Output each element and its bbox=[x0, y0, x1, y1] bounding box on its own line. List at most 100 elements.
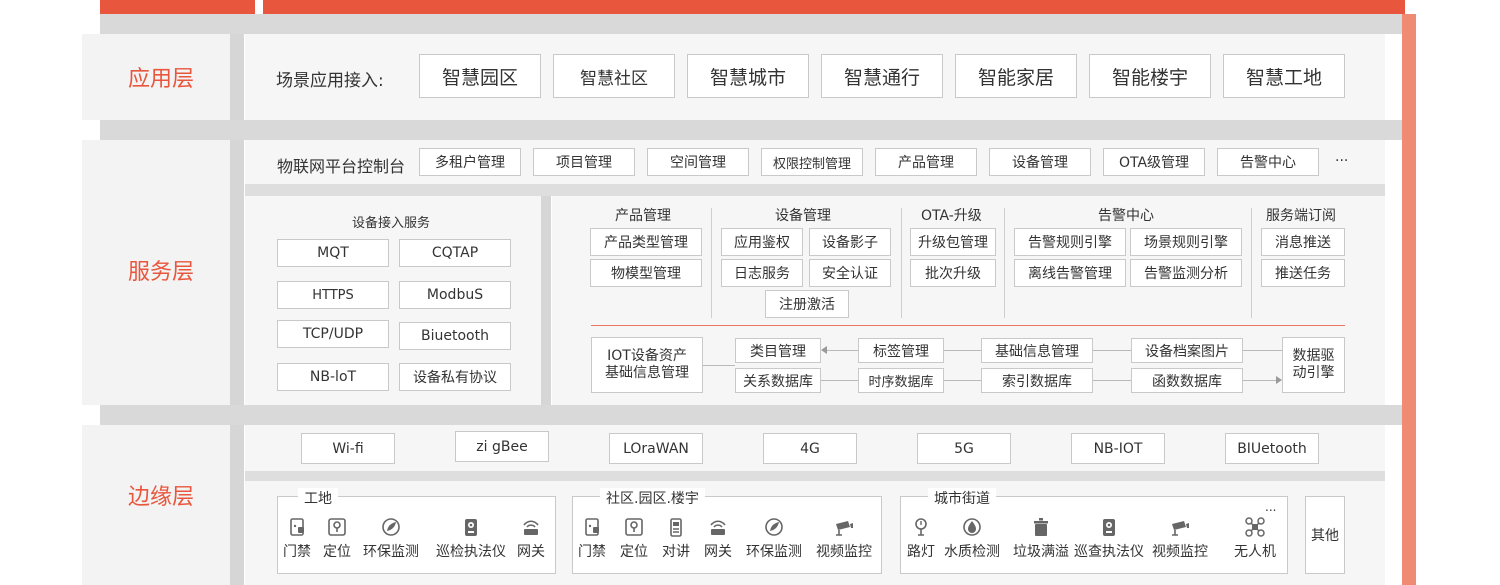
product-type-mgmt[interactable]: 产品类型管理 bbox=[590, 228, 702, 256]
app-item-smart-transit[interactable]: 智慧通行 bbox=[821, 54, 943, 98]
console-item-space[interactable]: 空间管理 bbox=[647, 148, 749, 176]
device-archive-images[interactable]: 设备档案图片 bbox=[1131, 338, 1243, 363]
edge-device[interactable]: 无人机 bbox=[1229, 516, 1281, 561]
push-task[interactable]: 推送任务 bbox=[1261, 259, 1345, 287]
iot-asset-source[interactable]: IOT设备资产 基础信息管理 bbox=[591, 337, 703, 393]
protocol-modbus[interactable]: ModbuS bbox=[399, 281, 511, 309]
console-item-tenant[interactable]: 多租户管理 bbox=[419, 148, 521, 176]
group-site-title: 工地 bbox=[298, 488, 338, 508]
edge-device-label: 定位 bbox=[323, 544, 351, 560]
flow-arrow-right bbox=[1276, 376, 1282, 384]
tag-mgmt[interactable]: 标签管理 bbox=[858, 338, 944, 363]
edge-device[interactable]: 视频监控 bbox=[816, 516, 872, 561]
thing-model-mgmt[interactable]: 物模型管理 bbox=[590, 259, 702, 287]
category-mgmt[interactable]: 类目管理 bbox=[735, 338, 821, 363]
other-devices[interactable]: 其他 bbox=[1305, 496, 1345, 574]
flow-line bbox=[944, 380, 981, 381]
edge-layer-side bbox=[1402, 395, 1416, 585]
edge-layer-top bbox=[100, 405, 1405, 425]
app-item-smart-community[interactable]: 智慧社区 bbox=[553, 54, 675, 98]
door-access-icon bbox=[585, 518, 599, 536]
module-ota-title: OTA-升级 bbox=[921, 208, 982, 224]
alarm-analysis[interactable]: 告警监测分析 bbox=[1130, 259, 1242, 287]
network-nb-iot[interactable]: NB-IOT bbox=[1071, 433, 1165, 464]
data-driven-engine[interactable]: 数据驱 动引擎 bbox=[1282, 337, 1345, 393]
app-auth[interactable]: 应用鉴权 bbox=[721, 228, 803, 256]
console-item-project[interactable]: 项目管理 bbox=[533, 148, 635, 176]
app-item-smart-park[interactable]: 智慧园区 bbox=[419, 54, 541, 98]
app-item-smart-home[interactable]: 智能家居 bbox=[955, 54, 1077, 98]
flow-line bbox=[1093, 350, 1131, 351]
edge-device[interactable]: 水质检测 bbox=[944, 516, 1000, 561]
batch-upgrade[interactable]: 批次升级 bbox=[910, 259, 996, 287]
network-bluetooth[interactable]: BIUetooth bbox=[1225, 433, 1319, 464]
protocol-https[interactable]: HTTPS bbox=[277, 281, 389, 309]
app-item-smart-building[interactable]: 智能楼宇 bbox=[1089, 54, 1211, 98]
device-shadow[interactable]: 设备影子 bbox=[809, 228, 891, 256]
index-db[interactable]: 索引数据库 bbox=[981, 368, 1093, 393]
module-device-title: 设备管理 bbox=[775, 208, 831, 224]
protocol-bluetooth[interactable]: Biuetooth bbox=[399, 322, 511, 350]
network-5g[interactable]: 5G bbox=[917, 433, 1011, 464]
scene-rule-engine[interactable]: 场景规则引擎 bbox=[1130, 228, 1242, 256]
offline-alarm-mgmt[interactable]: 离线告警管理 bbox=[1014, 259, 1126, 287]
leaf-icon bbox=[382, 518, 400, 536]
engine-line1: 数据驱 bbox=[1292, 348, 1335, 364]
edge-device-label: 定位 bbox=[620, 544, 648, 560]
timeseries-db[interactable]: 时序数据库 bbox=[858, 368, 944, 393]
flow-line bbox=[821, 380, 858, 381]
console-item-permission[interactable]: 权限控制管理 bbox=[761, 148, 863, 176]
console-item-ota[interactable]: OTA级管理 bbox=[1103, 148, 1205, 176]
upgrade-package-mgmt[interactable]: 升级包管理 bbox=[910, 228, 996, 256]
register-activate[interactable]: 注册激活 bbox=[765, 290, 849, 318]
edge-device[interactable]: 巡检执法仪 bbox=[436, 516, 506, 561]
basic-info-mgmt[interactable]: 基础信息管理 bbox=[981, 338, 1093, 363]
flow-line bbox=[944, 350, 981, 351]
access-edge bbox=[541, 196, 551, 405]
edge-device[interactable]: 网关 bbox=[505, 516, 557, 561]
console-item-device[interactable]: 设备管理 bbox=[989, 148, 1091, 176]
function-db[interactable]: 函数数据库 bbox=[1131, 368, 1243, 393]
network-4g[interactable]: 4G bbox=[763, 433, 857, 464]
protocol-tcp-udp[interactable]: TCP/UDP bbox=[277, 320, 389, 348]
alarm-rule-engine[interactable]: 告警规则引擎 bbox=[1014, 228, 1126, 256]
protocol-cqtap[interactable]: CQTAP bbox=[399, 239, 511, 267]
iot-asset-source-line1: IOT设备资产 bbox=[607, 348, 687, 364]
network-lorawan[interactable]: LOraWAN bbox=[609, 433, 703, 464]
app-item-smart-site[interactable]: 智慧工地 bbox=[1223, 54, 1345, 98]
protocol-mqt[interactable]: MQT bbox=[277, 239, 389, 267]
log-service[interactable]: 日志服务 bbox=[721, 259, 803, 287]
console-label: 物联网平台控制台 bbox=[277, 157, 406, 176]
app-access-label: 场景应用接入: bbox=[276, 71, 384, 91]
location-icon bbox=[625, 518, 643, 536]
edge-device[interactable]: 巡查执法仪 bbox=[1074, 516, 1144, 561]
relational-db[interactable]: 关系数据库 bbox=[735, 368, 821, 393]
console-item-alarm[interactable]: 告警中心 bbox=[1217, 148, 1319, 176]
edge-device[interactable]: 垃圾满溢 bbox=[1013, 516, 1069, 561]
edge-device[interactable]: 定位 bbox=[311, 516, 363, 561]
protocol-nb-iot[interactable]: NB-loT bbox=[277, 363, 389, 391]
edge-device-label: 门禁 bbox=[283, 544, 311, 560]
edge-device-label: 环保监测 bbox=[746, 544, 802, 560]
water-icon bbox=[963, 518, 981, 536]
edge-device-label: 网关 bbox=[704, 544, 732, 560]
edge-device[interactable]: 路灯 bbox=[895, 516, 947, 561]
edge-device[interactable]: 环保监测 bbox=[746, 516, 802, 561]
streetlight-icon bbox=[915, 518, 927, 536]
network-zigbee[interactable]: zi gBee bbox=[455, 431, 549, 462]
trash-icon bbox=[1034, 518, 1048, 536]
platform-separator bbox=[591, 325, 1345, 326]
app-layer-top bbox=[100, 14, 1405, 34]
edge-device[interactable]: 环保监测 bbox=[363, 516, 419, 561]
flow-line bbox=[1093, 380, 1131, 381]
group-city-more: ... bbox=[1265, 500, 1277, 514]
edge-device[interactable]: 视频监控 bbox=[1152, 516, 1208, 561]
edge-device[interactable]: 网关 bbox=[692, 516, 744, 561]
network-wifi[interactable]: Wi-fi bbox=[301, 433, 395, 464]
protocol-private[interactable]: 设备私有协议 bbox=[399, 363, 511, 391]
app-item-smart-city[interactable]: 智慧城市 bbox=[687, 54, 809, 98]
location-icon bbox=[328, 518, 346, 536]
security-auth[interactable]: 安全认证 bbox=[809, 259, 891, 287]
console-item-product[interactable]: 产品管理 bbox=[875, 148, 977, 176]
message-push[interactable]: 消息推送 bbox=[1261, 228, 1345, 256]
